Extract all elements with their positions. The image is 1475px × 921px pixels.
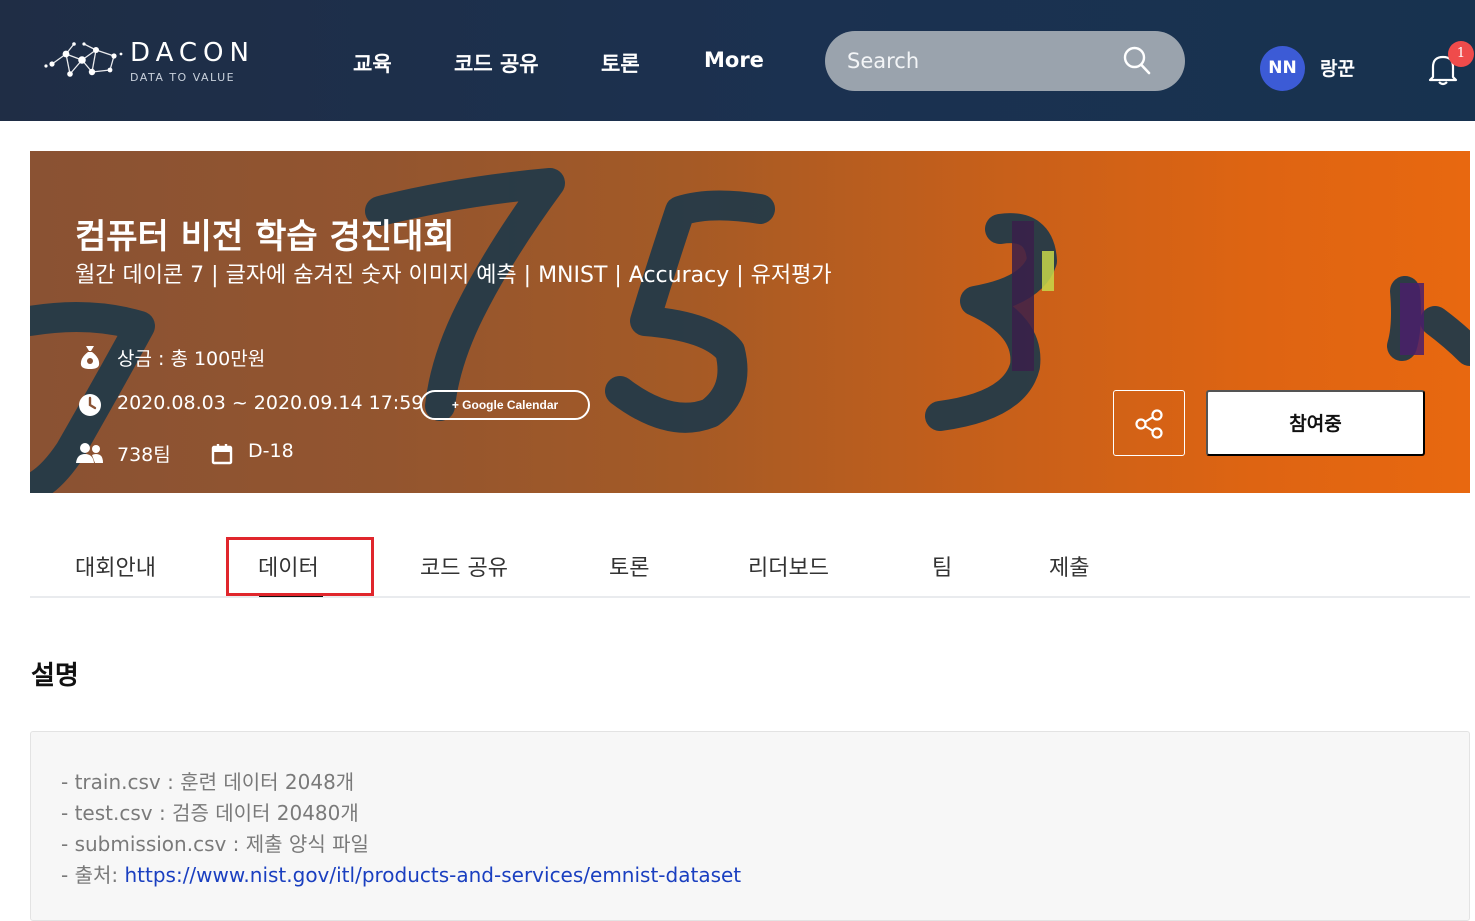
description-line: - test.csv : 검증 데이터 20480개 bbox=[61, 801, 359, 825]
clock-icon bbox=[78, 393, 102, 421]
search-bar bbox=[825, 31, 1185, 91]
highlight-box bbox=[226, 537, 374, 596]
dacon-logo[interactable]: DACON DATA TO VALUE bbox=[44, 38, 274, 88]
nav-education[interactable]: 교육 bbox=[353, 48, 392, 78]
share-button[interactable] bbox=[1113, 390, 1185, 456]
d-day: D-18 bbox=[248, 440, 294, 462]
nav-code-share[interactable]: 코드 공유 bbox=[454, 48, 539, 78]
user-name[interactable]: 랑꾼 bbox=[1320, 54, 1355, 81]
description-line: - train.csv : 훈련 데이터 2048개 bbox=[61, 770, 355, 794]
description-box: - train.csv : 훈련 데이터 2048개 - test.csv : … bbox=[30, 731, 1470, 921]
tab-submit[interactable]: 제출 bbox=[1049, 550, 1089, 582]
share-icon bbox=[1135, 409, 1163, 439]
source-link[interactable]: https://www.nist.gov/itl/products-and-se… bbox=[124, 863, 741, 887]
tab-leaderboard[interactable]: 리더보드 bbox=[748, 550, 829, 582]
nav-discussion[interactable]: 토론 bbox=[601, 48, 640, 78]
competition-tabs: 대회안내 데이터 코드 공유 토론 리더보드 팀 제출 bbox=[30, 530, 1470, 598]
description-line: - submission.csv : 제출 양식 파일 bbox=[61, 832, 369, 856]
tab-overview[interactable]: 대회안내 bbox=[75, 550, 156, 582]
competition-title: 컴퓨터 비전 학습 경진대회 bbox=[75, 217, 455, 257]
nav-more[interactable]: More bbox=[704, 48, 764, 72]
search-input[interactable] bbox=[847, 45, 1127, 77]
search-icon[interactable] bbox=[1123, 46, 1151, 80]
source-line: - 출처: https://www.nist.gov/itl/products-… bbox=[61, 859, 741, 888]
user-avatar[interactable]: NN bbox=[1260, 46, 1305, 91]
network-logo-icon bbox=[44, 42, 123, 77]
competition-banner: 컴퓨터 비전 학습 경진대회 월간 데이콘 7 | 글자에 숨겨진 숫자 이미지… bbox=[30, 151, 1470, 493]
tab-team[interactable]: 팀 bbox=[932, 550, 952, 582]
notification-badge[interactable]: 1 bbox=[1448, 41, 1474, 67]
top-navigation-bar: DACON DATA TO VALUE 교육 코드 공유 토론 More NN … bbox=[0, 0, 1475, 121]
join-status-button[interactable]: 참여중 bbox=[1206, 390, 1425, 456]
team-icon bbox=[76, 442, 104, 468]
tab-discussion[interactable]: 토론 bbox=[609, 550, 649, 582]
calendar-icon bbox=[211, 443, 233, 469]
section-title: 설명 bbox=[31, 661, 79, 691]
competition-subtitle: 월간 데이콘 7 | 글자에 숨겨진 숫자 이미지 예측 | MNIST | A… bbox=[75, 263, 832, 288]
tab-code-share[interactable]: 코드 공유 bbox=[420, 550, 508, 582]
source-prefix: - 출처: bbox=[61, 863, 125, 887]
money-bag-icon bbox=[78, 344, 102, 374]
competition-period: 2020.08.03 ~ 2020.09.14 17:59 bbox=[117, 392, 424, 414]
prize-text: 상금 : 총 100만원 bbox=[117, 348, 266, 370]
logo-tagline: DATA TO VALUE bbox=[130, 71, 236, 84]
google-calendar-button[interactable]: + Google Calendar bbox=[420, 390, 590, 420]
team-count: 738팀 bbox=[117, 444, 171, 466]
logo-wordmark: DACON bbox=[130, 38, 255, 68]
